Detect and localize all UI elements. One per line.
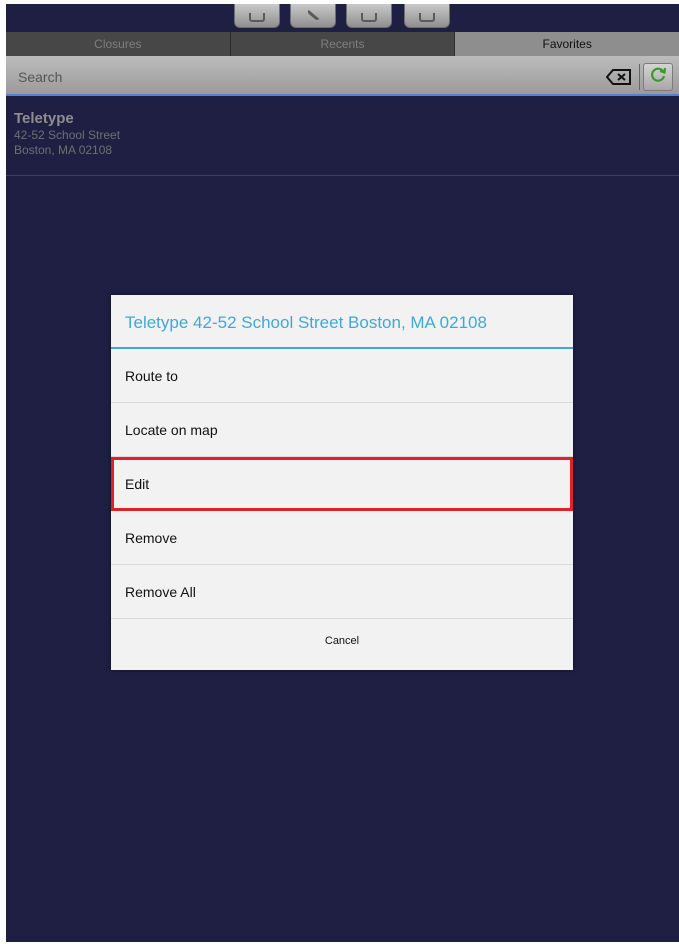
option-route-to[interactable]: Route to <box>111 349 573 403</box>
toolbar-button-1-icon <box>249 12 265 22</box>
option-remove[interactable]: Remove <box>111 511 573 565</box>
toolbar-button-3[interactable] <box>346 4 392 28</box>
favorite-address-line1: 42-52 School Street <box>14 128 121 142</box>
search-divider <box>639 64 640 90</box>
tab-closures[interactable]: Closures <box>6 32 231 56</box>
tab-bar: Closures Recents Favorites <box>6 32 679 56</box>
toolbar-button-2[interactable] <box>290 4 336 28</box>
toolbar-button-2-icon <box>306 9 320 22</box>
toolbar-button-4-icon <box>419 12 435 22</box>
context-dialog: Teletype 42-52 School Street Boston, MA … <box>111 295 573 670</box>
toolbar-button-1[interactable] <box>234 4 280 28</box>
favorite-name: Teletype <box>14 110 74 127</box>
favorite-list-item[interactable]: Teletype 42-52 School Street Boston, MA … <box>6 98 679 176</box>
dialog-title: Teletype 42-52 School Street Boston, MA … <box>111 295 573 349</box>
option-remove-all[interactable]: Remove All <box>111 565 573 619</box>
tab-recents[interactable]: Recents <box>230 32 456 56</box>
backspace-clear-icon[interactable] <box>606 68 632 86</box>
cancel-button[interactable]: Cancel <box>111 619 573 664</box>
search-bar <box>6 56 679 96</box>
option-edit[interactable]: Edit <box>111 457 573 511</box>
refresh-icon <box>649 66 667 89</box>
favorite-address-line2: Boston, MA 02108 <box>14 143 113 157</box>
search-input[interactable] <box>12 64 606 90</box>
search-field <box>12 64 638 90</box>
tab-favorites[interactable]: Favorites <box>455 32 679 56</box>
refresh-button[interactable] <box>643 63 673 91</box>
toolbar-button-3-icon <box>361 12 377 22</box>
toolbar-button-4[interactable] <box>404 4 450 28</box>
option-locate-on-map[interactable]: Locate on map <box>111 403 573 457</box>
top-toolbar <box>6 4 679 32</box>
